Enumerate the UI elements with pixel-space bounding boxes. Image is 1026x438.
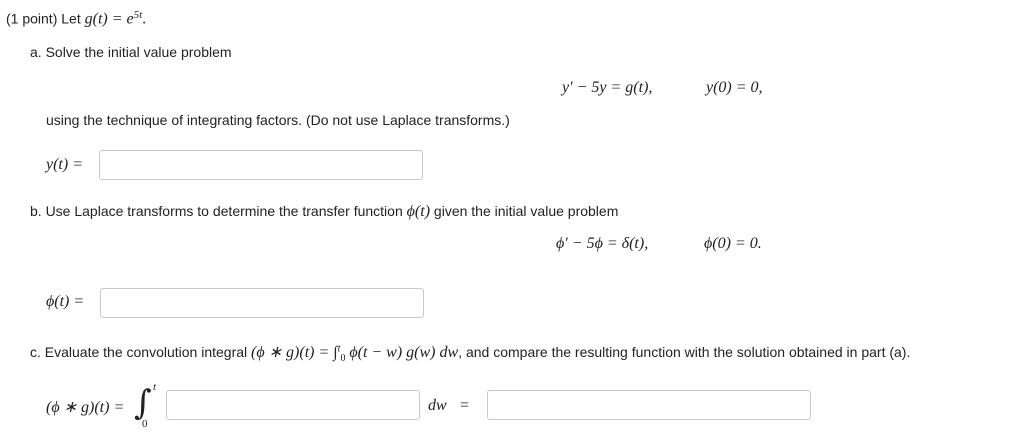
part-a-ode: y′ − 5y = g(t),: [562, 79, 653, 96]
part-c-label-pre: c. Evaluate the convolution integral: [30, 344, 248, 360]
problem-header: (1 point) Let g(t) = e5t.: [6, 9, 146, 29]
part-b-label-pre: b. Use Laplace transforms to determine t…: [30, 203, 403, 219]
convolution-result-input[interactable]: [487, 390, 811, 420]
points-label: (1 point) Let: [6, 10, 81, 27]
y-answer-input[interactable]: [99, 150, 423, 180]
g-definition: g(t) = e: [84, 10, 134, 28]
integral-icon: ∫: [134, 383, 152, 423]
part-c-label-post: , and compare the resulting function wit…: [458, 344, 911, 360]
part-b-label-post: given the initial value problem: [433, 203, 619, 219]
equals-sign: =: [460, 397, 470, 414]
part-c-convolution: (ϕ ∗ g)(t) = ∫: [251, 344, 338, 361]
part-a-method-text: using the technique of integrating facto…: [46, 112, 510, 128]
part-c-integrand-text: ϕ(t − w) g(w) dw: [349, 344, 459, 361]
integrand-input[interactable]: [166, 390, 420, 420]
dw-label: dw: [428, 397, 447, 414]
part-b-answer-label: ϕ(t) =: [46, 293, 85, 310]
part-a-label: a. Solve the initial value problem: [30, 44, 232, 60]
part-b-label-math: ϕ(t): [406, 203, 431, 220]
part-b-label: b. Use Laplace transforms to determine t…: [30, 203, 618, 221]
integral-upper-limit: t: [153, 381, 157, 393]
part-a-initial-condition: y(0) = 0,: [706, 79, 763, 96]
part-c-lower: 0: [340, 352, 346, 364]
part-b-ode: ϕ′ − 5ϕ = δ(t),: [556, 235, 649, 252]
part-c-label: c. Evaluate the convolution integral (ϕ …: [30, 342, 911, 364]
g-end: .: [142, 10, 147, 28]
convolution-lhs: (ϕ ∗ g)(t) =: [46, 399, 125, 416]
part-a-answer-label: y(t) =: [46, 156, 83, 173]
phi-answer-input[interactable]: [100, 288, 424, 318]
integral-lower-limit: 0: [142, 418, 148, 430]
part-b-initial-condition: ϕ(0) = 0.: [704, 235, 762, 252]
g-exponent: 5t: [133, 9, 143, 21]
